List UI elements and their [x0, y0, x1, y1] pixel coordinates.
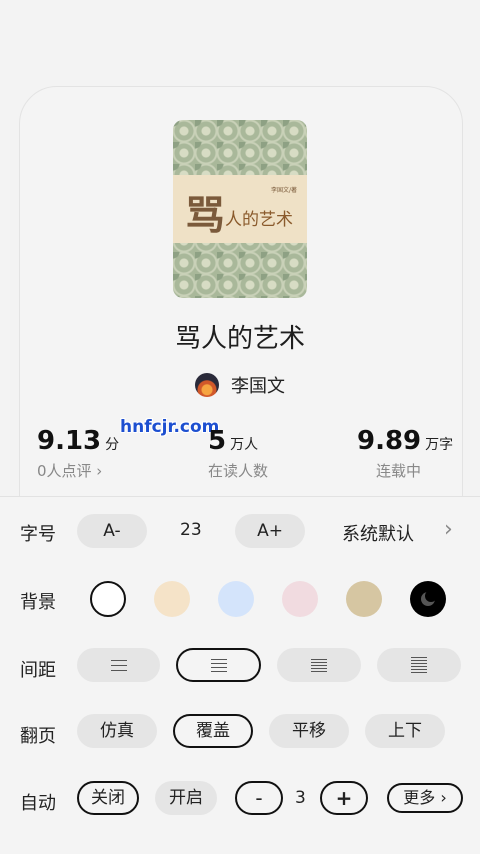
font-increase-button[interactable]: A+	[235, 514, 305, 548]
author-name: 李国文	[231, 376, 285, 397]
words-label: 连载中	[376, 462, 422, 480]
bg-swatch-night[interactable]	[410, 581, 446, 617]
stat-score[interactable]: 9.13 分 0人点评 ›	[37, 426, 119, 481]
auto-speed-decrease[interactable]: -	[235, 781, 283, 815]
bg-swatch-pink[interactable]	[282, 581, 318, 617]
cover-title-band: 骂 人的艺术 李国文/著	[173, 175, 307, 243]
moon-icon	[421, 590, 437, 606]
spacing-option-loose[interactable]	[77, 648, 160, 682]
auto-on-button[interactable]: 开启	[155, 781, 217, 815]
watermark: hnfcjr.com	[120, 417, 220, 437]
page-turn-label: 翻页	[20, 726, 56, 747]
auto-speed-increase[interactable]: +	[320, 781, 368, 815]
more-settings-button[interactable]: 更多 ›	[387, 783, 463, 813]
readers-label: 在读人数	[208, 462, 269, 480]
spacing-option-medium[interactable]	[176, 648, 261, 682]
page-turn-slide[interactable]: 平移	[269, 714, 349, 748]
spacing-option-compact[interactable]	[277, 648, 361, 682]
bg-swatch-tan[interactable]	[346, 581, 382, 617]
book-cover[interactable]: 骂 人的艺术 李国文/著	[173, 120, 307, 298]
background-label: 背景	[20, 592, 56, 613]
chevron-right-icon[interactable]: ›	[444, 517, 453, 542]
words-unit: 万字	[425, 437, 454, 453]
score-value: 9.13	[37, 426, 102, 456]
score-label: 0人点评 ›	[37, 462, 103, 480]
stat-readers: 5 万人 在读人数	[208, 426, 268, 481]
page-turn-cover[interactable]: 覆盖	[173, 714, 253, 748]
book-title: 骂人的艺术	[174, 324, 305, 354]
cover-big-char: 骂	[185, 192, 225, 239]
cover-author: 李国文/著	[271, 187, 298, 194]
bg-swatch-white[interactable]	[90, 581, 126, 617]
auto-speed-value: 3	[295, 788, 306, 808]
author-row[interactable]: 李国文	[0, 370, 480, 400]
font-size-value: 23	[180, 520, 202, 540]
font-size-label: 字号	[20, 524, 56, 545]
stat-words: 9.89 万字 连载中	[357, 426, 453, 481]
auto-off-button[interactable]: 关闭	[77, 781, 139, 815]
page-turn-scroll[interactable]: 上下	[365, 714, 445, 748]
readers-unit: 万人	[230, 437, 259, 453]
bg-swatch-beige[interactable]	[154, 581, 190, 617]
page-turn-simulate[interactable]: 仿真	[77, 714, 157, 748]
spacing-option-tight[interactable]	[377, 648, 461, 682]
spacing-label: 间距	[20, 660, 56, 681]
author-avatar	[195, 373, 219, 397]
words-value: 9.89	[357, 426, 422, 456]
auto-label: 自动	[20, 793, 56, 814]
font-decrease-button[interactable]: A-	[77, 514, 147, 548]
readers-value: 5	[208, 426, 227, 456]
score-unit: 分	[105, 437, 120, 453]
bg-swatch-blue[interactable]	[218, 581, 254, 617]
cover-title: 人的艺术	[225, 210, 293, 230]
font-family-selector[interactable]: 系统默认	[342, 520, 414, 546]
